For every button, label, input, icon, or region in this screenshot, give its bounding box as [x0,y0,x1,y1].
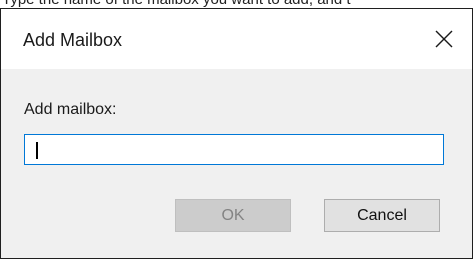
add-mailbox-input[interactable] [24,134,444,165]
instruction-caption: Type the name of the mailbox you want to… [2,0,351,8]
add-mailbox-dialog: Add Mailbox Add mailbox: OK Cancel [0,8,473,259]
dialog-titlebar: Add Mailbox [1,9,472,69]
close-icon [435,30,453,48]
dialog-title: Add Mailbox [23,30,123,50]
ok-button[interactable]: OK [175,199,291,232]
add-mailbox-label: Add mailbox: [24,101,117,118]
cancel-button[interactable]: Cancel [324,199,440,232]
close-button[interactable] [416,9,472,69]
page: Type the name of the mailbox you want to… [0,0,473,259]
